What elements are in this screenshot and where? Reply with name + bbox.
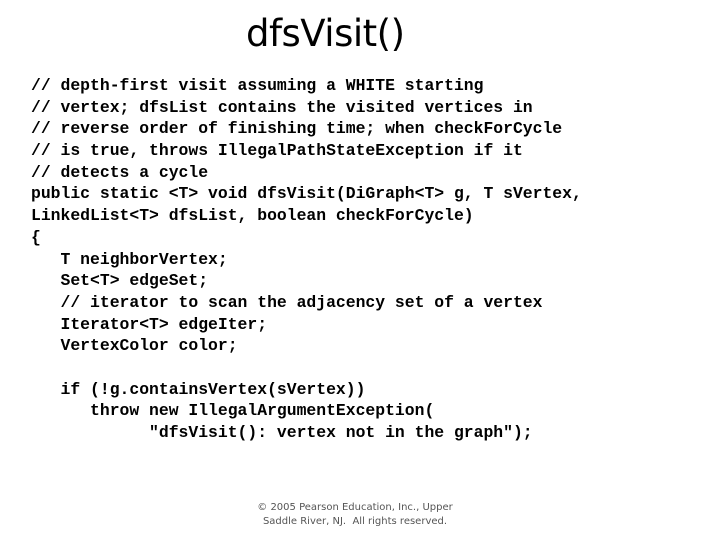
code-line: T neighborVertex; [31, 249, 228, 269]
code-line: { [31, 227, 41, 247]
code-line: // iterator to scan the adjacency set of… [31, 292, 543, 312]
copyright-line-2: Saddle River, NJ. All rights reserved. [262, 516, 448, 527]
code-line: // vertex; dfsList contains the visited … [31, 97, 533, 117]
code-line: public static <T> void dfsVisit(DiGraph<… [31, 184, 582, 204]
slide-title: dfsVisit() [246, 12, 405, 55]
code-line: if (!g.containsVertex(sVertex)) [31, 379, 366, 399]
code-line: Iterator<T> edgeIter; [31, 314, 268, 334]
code-block: // depth-first visit assuming a WHITE st… [31, 75, 582, 444]
code-line: Set<T> edgeSet; [31, 271, 209, 291]
code-line: throw new IllegalArgumentException( [31, 401, 435, 421]
code-line: // is true, throws IllegalPathStateExcep… [31, 141, 523, 161]
code-line: // reverse order of finishing time; when… [31, 119, 563, 139]
code-line: "dfsVisit(): vertex not in the graph"); [31, 423, 533, 442]
code-line: // depth-first visit assuming a WHITE st… [31, 76, 484, 95]
copyright-line-1: © 2005 Pearson Education, Inc., Upper [257, 502, 453, 513]
code-line: LinkedList<T> dfsList, boolean checkForC… [31, 206, 474, 226]
copyright-notice: © 2005 Pearson Education, Inc., Upper Sa… [240, 501, 470, 529]
code-line: // detects a cycle [31, 162, 209, 182]
code-line: VertexColor color; [31, 336, 238, 356]
